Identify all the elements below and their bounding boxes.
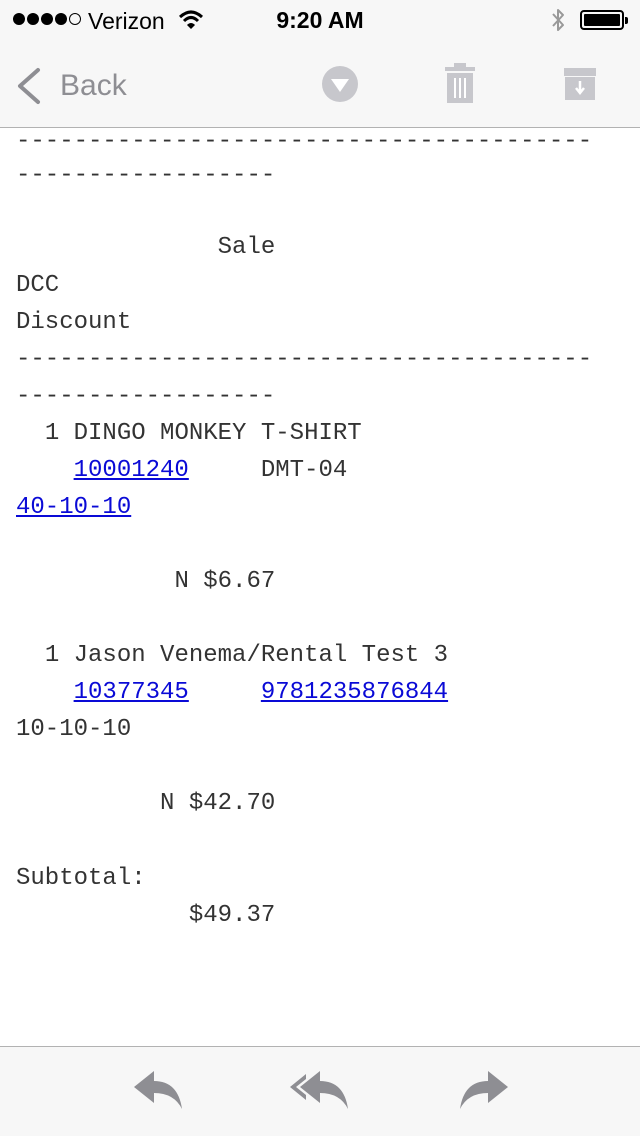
item-isbn-link[interactable]: 9781235876844 [261, 679, 448, 706]
forward-icon[interactable] [456, 1067, 510, 1113]
bluetooth-icon [552, 9, 564, 31]
item-price-line: N $6.67 [16, 568, 275, 596]
trash-icon[interactable] [444, 62, 476, 106]
chevron-down-circle-icon[interactable] [321, 62, 359, 106]
subtotal-value: $49.37 [188, 902, 276, 929]
item-qty: 1 [44, 642, 60, 669]
item-qty: 1 [44, 420, 60, 447]
item-price: $6.67 [203, 568, 276, 595]
item-price: $42.70 [188, 790, 276, 817]
status-time: 9:20 AM [276, 7, 364, 33]
discount-label: Discount [16, 309, 132, 336]
email-body: ----------------------------------------… [16, 128, 640, 1046]
separator-line: ---------------------------------------- [16, 128, 593, 155]
subtotal-label: Subtotal: [16, 865, 146, 892]
item-tax-code-link[interactable]: 40-10-10 [16, 494, 131, 521]
item-description: Jason Venema/Rental Test 3 [73, 642, 449, 669]
separator-line: ------------------ [16, 162, 276, 189]
item-tax-code-line: 10-10-10 [16, 716, 131, 744]
back-button[interactable]: Back [14, 64, 127, 108]
reply-all-icon[interactable] [288, 1067, 352, 1113]
reply-icon[interactable] [132, 1067, 186, 1113]
item-price-line: N $42.70 [16, 790, 275, 818]
item-sku-line: 10377345 9781235876844 [16, 679, 448, 707]
item-sku-link[interactable]: 10001240 [74, 457, 189, 484]
item-sku-link[interactable]: 10377345 [74, 679, 189, 706]
archive-icon[interactable] [563, 62, 597, 106]
chevron-left-icon [18, 68, 40, 104]
subtotal-value-line: $49.37 [16, 902, 275, 930]
separator-line: ------------------ [16, 383, 276, 410]
item-code: DMT-04 [260, 457, 348, 484]
navigation-bar: Back [0, 40, 640, 128]
item-description-line: 1 Jason Venema/Rental Test 3 [16, 642, 448, 670]
item-tax-code: 10-10-10 [16, 716, 132, 743]
sale-heading: Sale [217, 234, 276, 261]
separator-line: ---------------------------------------- [16, 346, 593, 373]
item-description-line: 1 DINGO MONKEY T-SHIRT [16, 420, 362, 448]
item-tax-code-line: 40-10-10 [16, 494, 131, 522]
item-description: DINGO MONKEY T-SHIRT [73, 420, 362, 447]
status-bar: Verizon 9:20 AM [0, 0, 640, 40]
item-tax-flag: N [174, 568, 189, 595]
item-sku-line: 10001240 DMT-04 [16, 457, 348, 485]
dcc-label: DCC [16, 272, 60, 299]
back-label: Back [60, 69, 127, 102]
battery-icon [580, 10, 628, 30]
bottom-toolbar [0, 1046, 640, 1136]
item-tax-flag: N [160, 790, 175, 817]
